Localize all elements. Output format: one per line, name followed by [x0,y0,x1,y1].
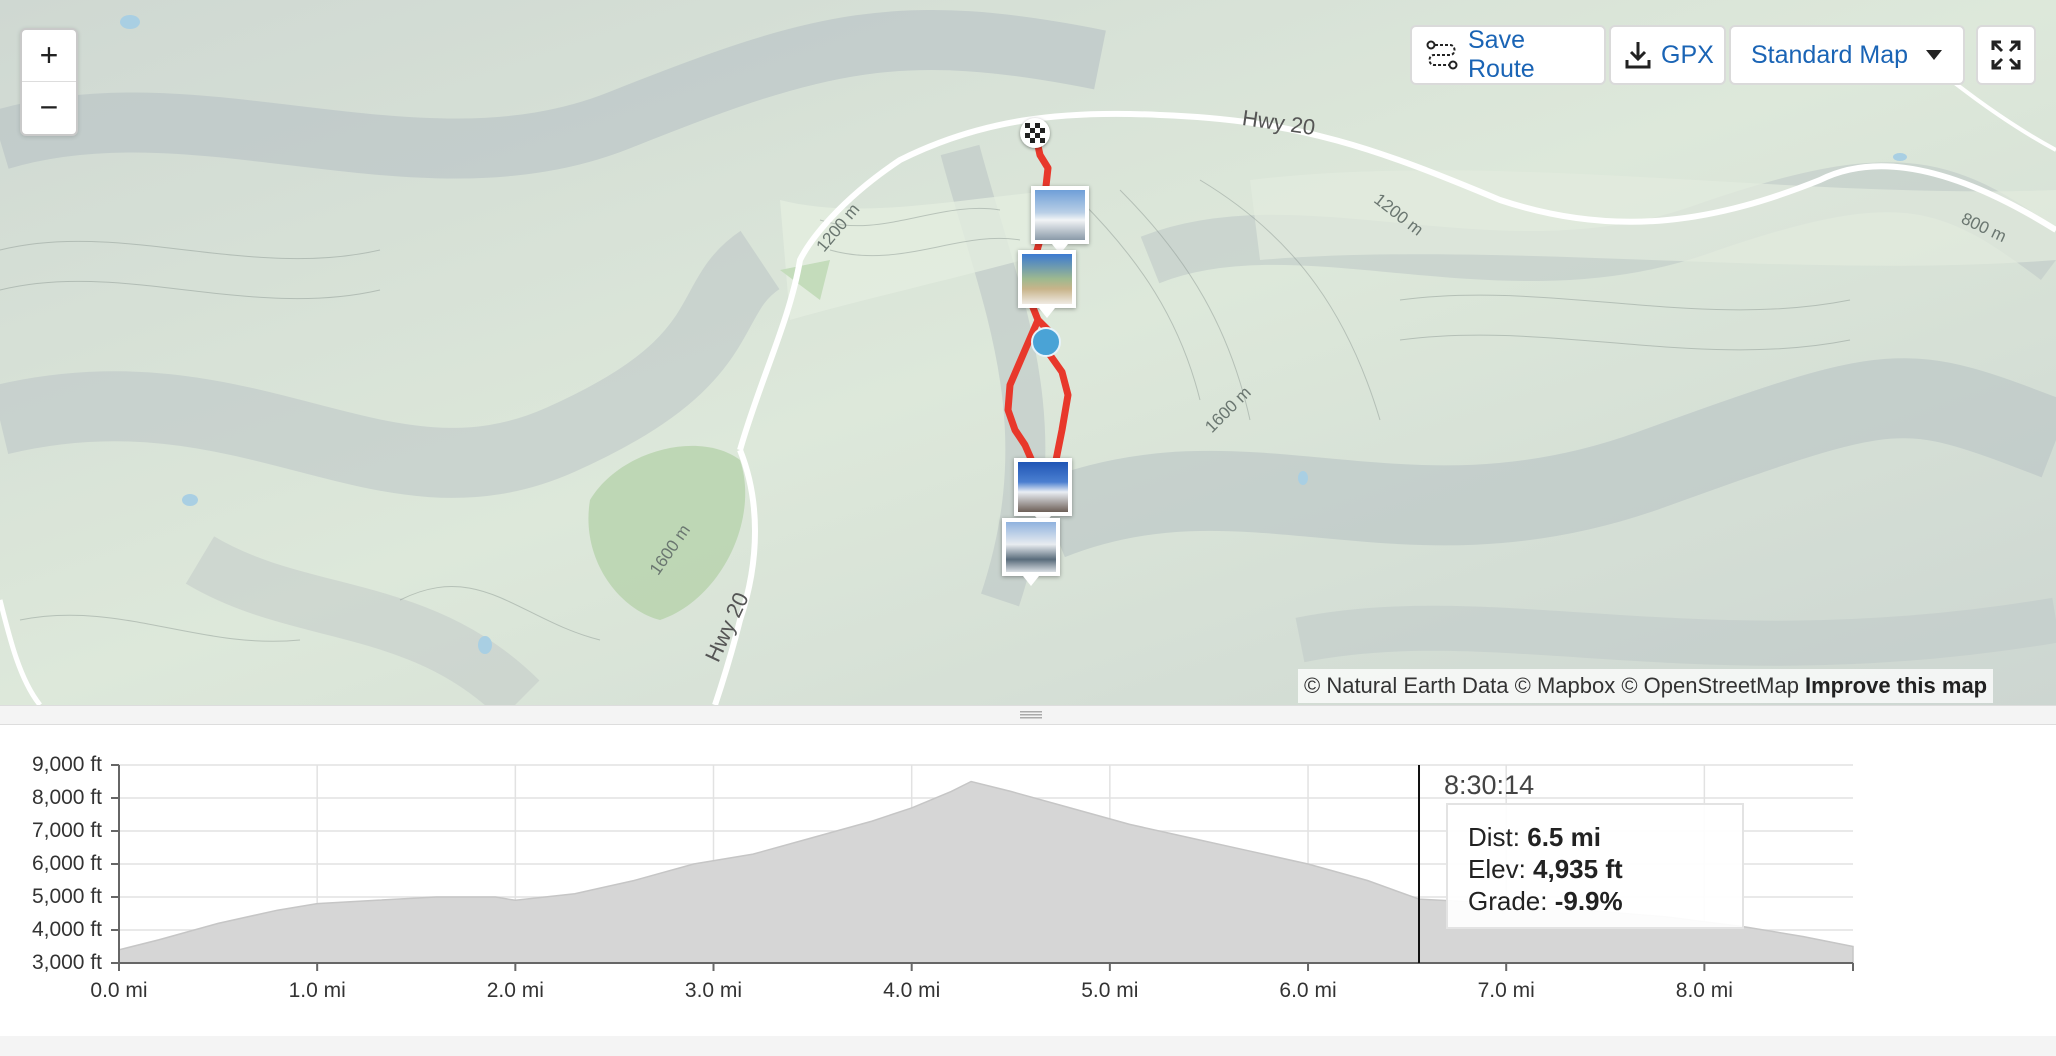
x-tick-label: 1.0 mi [288,979,346,1002]
zoom-in-button[interactable]: + [22,30,76,82]
caret-down-icon [1926,50,1943,60]
photo-marker-4[interactable] [1002,518,1060,586]
route-icon [1426,40,1458,70]
tooltip-dist: Dist: 6.5 mi [1468,822,1601,852]
zoom-control: + − [20,28,78,136]
gpx-label: GPX [1661,40,1714,69]
y-tick-label: 3,000 ft [31,951,102,974]
zoom-out-button[interactable]: − [22,82,76,133]
tooltip-elev: Elev: 4,935 ft [1468,854,1623,884]
cursor-time: 8:30:14 [1444,770,1535,800]
elevation-tooltip: Dist: 6.5 mi Elev: 4,935 ft Grade: -9.9% [1446,803,1744,929]
x-tick-label: 0.0 mi [90,979,148,1002]
photo-marker-1[interactable] [1031,186,1089,254]
current-position-marker [1031,327,1061,357]
gpx-download-button[interactable]: GPX [1609,25,1726,85]
x-tick-label: 3.0 mi [684,979,743,1002]
fullscreen-button[interactable] [1976,25,2036,85]
map-style-dropdown[interactable]: Standard Map [1729,25,1965,85]
fullscreen-icon [1991,40,2021,70]
x-tick-label: 5.0 mi [1081,979,1139,1002]
y-tick-label: 8,000 ft [31,786,102,809]
resize-handle[interactable] [0,705,2056,725]
photo-marker-2[interactable] [1018,250,1076,318]
tooltip-grade: Grade: -9.9% [1468,886,1623,916]
improve-map-link[interactable]: Improve this map [1805,673,1987,699]
photo-marker-3[interactable] [1014,458,1072,526]
plus-icon: + [39,37,59,73]
y-tick-label: 5,000 ft [31,885,102,908]
map-style-label: Standard Map [1751,40,1909,69]
map-attribution: © Natural Earth Data © Mapbox © OpenStre… [1298,669,1994,703]
y-tick-label: 7,000 ft [31,819,102,842]
x-tick-label: 7.0 mi [1477,979,1535,1002]
y-tick-label: 4,000 ft [31,918,102,941]
y-tick-label: 6,000 ft [31,852,102,875]
save-route-button[interactable]: Save Route [1410,25,1606,85]
map-view[interactable]: Hwy 20 Hwy 20 1200 m 1200 m 800 m 1600 m… [0,0,2056,705]
x-tick-label: 2.0 mi [486,979,544,1002]
attribution-text: © Natural Earth Data © Mapbox © OpenStre… [1304,673,1799,698]
download-icon [1625,42,1651,69]
terrain-background [0,0,2056,705]
x-tick-label: 6.0 mi [1279,979,1337,1002]
x-tick-label: 8.0 mi [1675,979,1733,1002]
minus-icon: − [39,89,59,125]
y-tick-label: 9,000 ft [31,753,102,776]
checkered-flag-icon[interactable] [1020,118,1050,148]
footer-bar [0,1036,2056,1056]
grip-icon [1020,711,1042,719]
save-route-label: Save Route [1468,26,1535,83]
x-tick-label: 4.0 mi [883,979,941,1002]
